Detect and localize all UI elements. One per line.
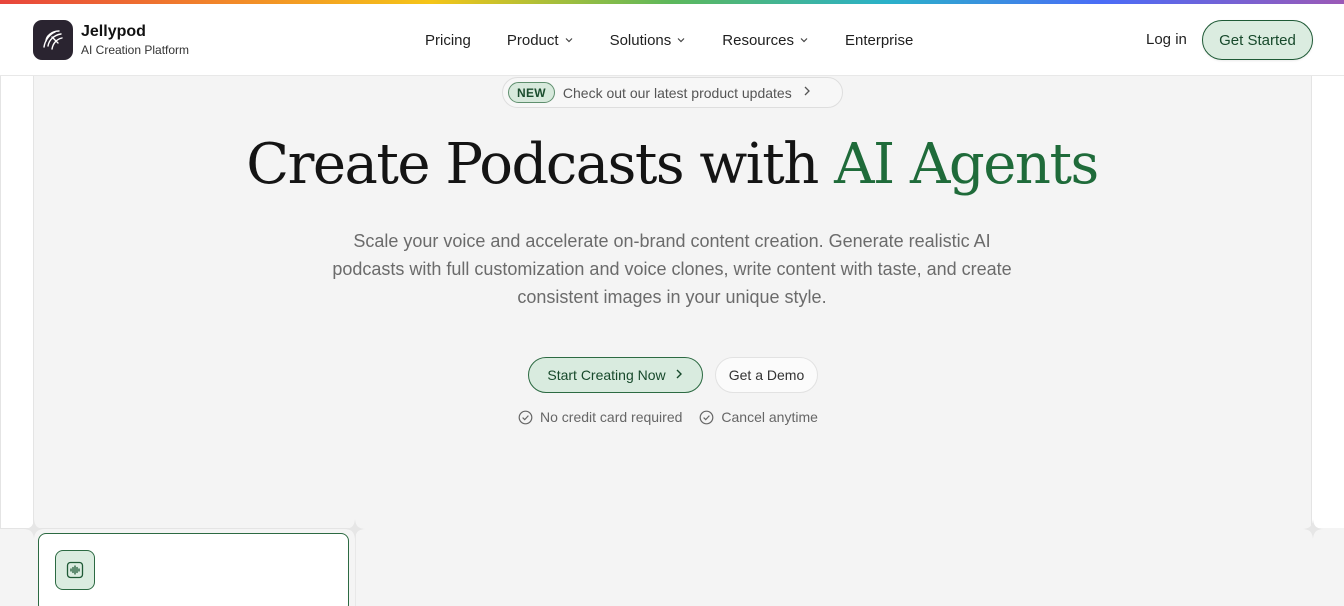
nav-item-product[interactable]: Product [507, 32, 574, 49]
feature-preview-panel [355, 528, 1344, 606]
assurance-item: No credit card required [518, 409, 682, 425]
main-nav: Pricing Product Solutions Resources Ente… [425, 4, 949, 76]
brand-block[interactable]: Jellypod AI Creation Platform [81, 22, 189, 58]
chevron-right-icon [674, 367, 684, 383]
audio-waveform-icon [55, 550, 95, 590]
new-badge: NEW [508, 82, 555, 103]
nav-item-label: Enterprise [844, 31, 914, 49]
nav-item-solutions[interactable]: Solutions [610, 32, 687, 49]
chevron-down-icon [676, 32, 686, 49]
hero-title-accent: AI Agents [834, 132, 1099, 197]
sparkle-icon [1303, 519, 1323, 539]
brand-tagline: AI Creation Platform [81, 43, 190, 57]
assurance-item: Cancel anytime [699, 409, 818, 425]
nav-item-label: Resources [722, 31, 794, 49]
hero-title: Create Podcasts with AI Agents [0, 130, 1344, 200]
check-circle-icon [700, 410, 714, 424]
hero-subtitle: Scale your voice and accelerate on-brand… [332, 231, 1012, 307]
nav-item-pricing[interactable]: Pricing [425, 32, 471, 49]
nav-item-enterprise[interactable]: Enterprise [845, 32, 913, 49]
nav-item-label: Solutions [609, 31, 672, 49]
check-circle-icon [518, 410, 533, 424]
nav-item-resources[interactable]: Resources [722, 32, 809, 49]
start-creating-label: Start Creating Now [547, 367, 666, 383]
get-demo-button[interactable]: Get a Demo [715, 357, 818, 393]
start-creating-button[interactable]: Start Creating Now [528, 357, 703, 393]
assurance-text: No credit card required [540, 409, 683, 425]
feature-card-podcast[interactable] [38, 533, 349, 606]
assurance-text: Cancel anytime [721, 409, 818, 425]
brand-name: Jellypod [81, 23, 146, 40]
announcement-pill[interactable]: NEW Check out our latest product updates [502, 77, 843, 108]
chevron-down-icon [564, 32, 574, 49]
nav-item-label: Pricing [425, 31, 471, 49]
hero-title-main: Create Podcasts with [246, 132, 835, 197]
assurance-list: No credit card required Cancel anytime [518, 409, 835, 425]
chevron-down-icon [799, 32, 809, 49]
chevron-right-icon [802, 84, 812, 102]
nav-item-label: Product [506, 31, 559, 49]
login-link[interactable]: Log in [1146, 31, 1187, 48]
top-navbar: Jellypod AI Creation Platform Pricing Pr… [0, 4, 1344, 76]
sparkle-icon [345, 519, 365, 539]
announcement-text: Check out our latest product updates [562, 84, 792, 101]
jellyfish-logo-icon[interactable] [33, 20, 73, 60]
get-started-button[interactable]: Get Started [1202, 20, 1313, 60]
